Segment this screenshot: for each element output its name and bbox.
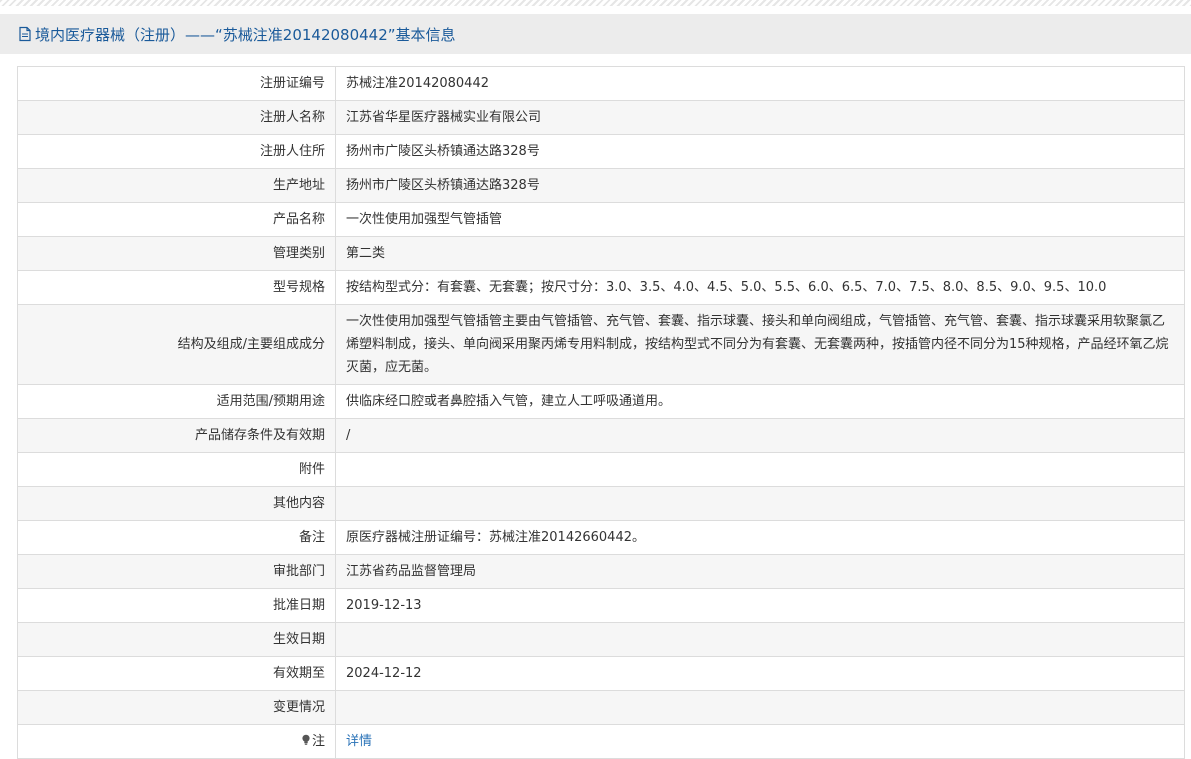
page-title: 境内医疗器械（注册）——“苏械注准20142080442”基本信息 [35,25,456,44]
row-value: 原医疗器械注册证编号：苏械注准20142660442。 [335,520,1185,555]
row-label: 注册证编号 [17,66,336,101]
row-label: 审批部门 [17,554,336,589]
row-value [335,486,1185,521]
row-label: 注册人名称 [17,100,336,135]
row-value: 江苏省药品监督管理局 [335,554,1185,589]
table-row: 备注 原医疗器械注册证编号：苏械注准20142660442。 [17,520,1185,555]
row-value: 2024-12-12 [335,656,1185,691]
row-value: 一次性使用加强型气管插管 [335,202,1185,237]
row-value: 第二类 [335,236,1185,271]
table-row: 产品储存条件及有效期 / [17,418,1185,453]
row-label: 生效日期 [17,622,336,657]
table-row: 注册证编号 苏械注准20142080442 [17,66,1185,101]
table-row: 生效日期 [17,622,1185,657]
row-value: / [335,418,1185,453]
row-value [335,622,1185,657]
table-row: 注册人名称 江苏省华星医疗器械实业有限公司 [17,100,1185,135]
row-value: 详情 [335,724,1185,759]
row-label: 其他内容 [17,486,336,521]
top-stripe-decoration [0,0,1191,6]
table-row: 结构及组成/主要组成成分 一次性使用加强型气管插管主要由气管插管、充气管、套囊、指… [17,304,1185,385]
table-row: 批准日期 2019-12-13 [17,588,1185,623]
row-label: 备注 [17,520,336,555]
row-value: 按结构型式分：有套囊、无套囊；按尺寸分：3.0、3.5、4.0、4.5、5.0、… [335,270,1185,305]
table-row: 有效期至 2024-12-12 [17,656,1185,691]
table-row: 管理类别 第二类 [17,236,1185,271]
row-label: 注册人住所 [17,134,336,169]
row-label: 管理类别 [17,236,336,271]
page-title-bar: 境内医疗器械（注册）——“苏械注准20142080442”基本信息 [0,14,1191,54]
row-value: 苏械注准20142080442 [335,66,1185,101]
table-row: 型号规格 按结构型式分：有套囊、无套囊；按尺寸分：3.0、3.5、4.0、4.5、… [17,270,1185,305]
note-label: 注 [311,734,325,749]
row-label: 附件 [17,452,336,487]
row-label: 注 [17,724,336,759]
row-value [335,452,1185,487]
table-row: 其他内容 [17,486,1185,521]
table-row: 注册人住所 扬州市广陵区头桥镇通达路328号 [17,134,1185,169]
table-row: 产品名称 一次性使用加强型气管插管 [17,202,1185,237]
row-label: 变更情况 [17,690,336,725]
row-value: 供临床经口腔或者鼻腔插入气管，建立人工呼吸通道用。 [335,384,1185,419]
row-value: 2019-12-13 [335,588,1185,623]
info-table-container: 注册证编号 苏械注准20142080442 注册人名称 江苏省华星医疗器械实业有限公司… [17,66,1185,759]
row-value: 江苏省华星医疗器械实业有限公司 [335,100,1185,135]
row-label: 批准日期 [17,588,336,623]
table-row: 生产地址 扬州市广陵区头桥镇通达路328号 [17,168,1185,203]
row-label: 结构及组成/主要组成成分 [17,304,336,385]
row-label: 型号规格 [17,270,336,305]
row-label: 生产地址 [17,168,336,203]
info-table: 注册证编号 苏械注准20142080442 注册人名称 江苏省华星医疗器械实业有限公司… [17,66,1185,759]
table-row: 变更情况 [17,690,1185,725]
row-value: 扬州市广陵区头桥镇通达路328号 [335,134,1185,169]
row-value [335,690,1185,725]
row-value: 一次性使用加强型气管插管主要由气管插管、充气管、套囊、指示球囊、接头和单向阀组成… [335,304,1185,385]
details-link[interactable]: 详情 [346,734,372,749]
table-row: 审批部门 江苏省药品监督管理局 [17,554,1185,589]
row-label: 适用范围/预期用途 [17,384,336,419]
row-label: 产品储存条件及有效期 [17,418,336,453]
document-icon [19,26,31,42]
table-row: 适用范围/预期用途 供临床经口腔或者鼻腔插入气管，建立人工呼吸通道用。 [17,384,1185,419]
table-row: 附件 [17,452,1185,487]
table-row-note: 注 详情 [17,724,1185,759]
lightbulb-icon [302,734,310,745]
row-value: 扬州市广陵区头桥镇通达路328号 [335,168,1185,203]
row-label: 有效期至 [17,656,336,691]
row-label: 产品名称 [17,202,336,237]
